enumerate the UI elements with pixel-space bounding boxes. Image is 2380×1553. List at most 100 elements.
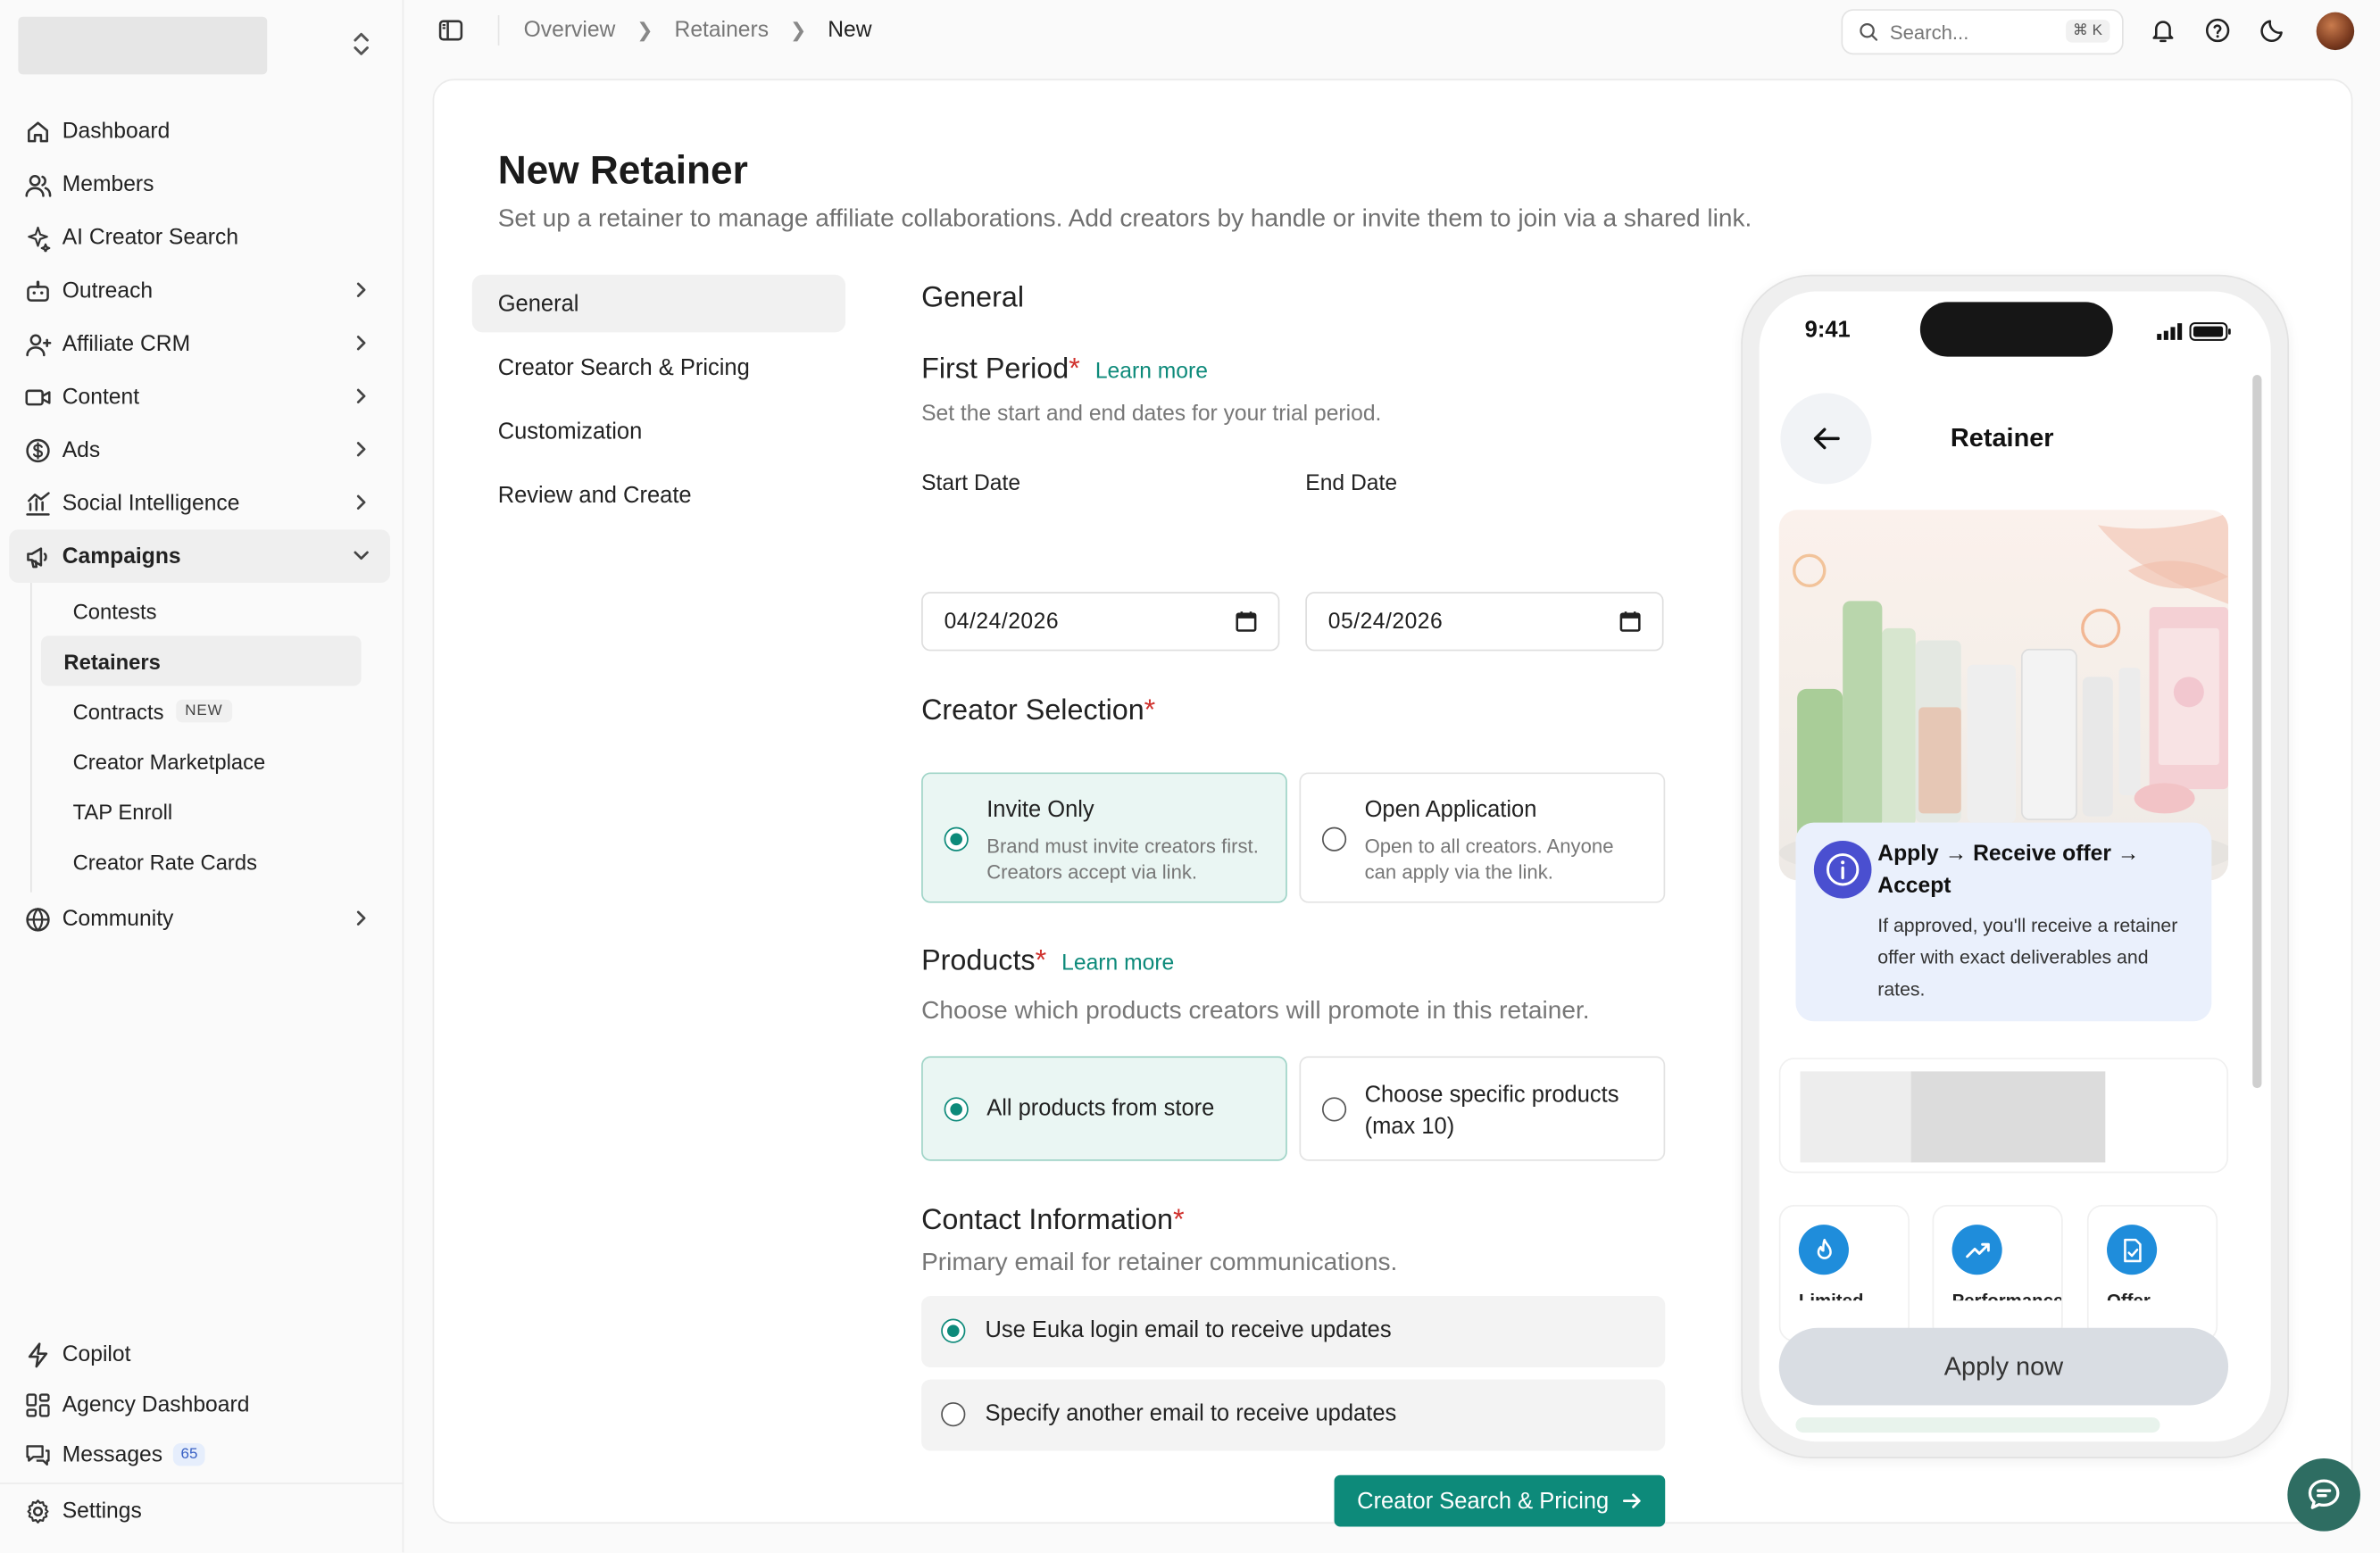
search-shortcut: ⌘ K: [2065, 20, 2110, 43]
sidebar-item-ai-creator-search[interactable]: AI Creator Search: [9, 211, 390, 264]
sidebar-item-dashboard[interactable]: Dashboard: [9, 104, 390, 158]
bell-icon[interactable]: [2150, 17, 2177, 45]
step-label: Customization: [497, 418, 643, 444]
option-title: Invite Only: [986, 796, 1094, 823]
phone-back-button[interactable]: [1780, 393, 1872, 485]
first-period-learn-more-link[interactable]: Learn more: [1095, 360, 1208, 384]
sidebar-item-content[interactable]: Content: [9, 370, 390, 424]
other-email-option[interactable]: Specify another email to receive updates: [921, 1379, 1666, 1451]
required-marker: *: [1069, 353, 1080, 386]
sidebar-subitem-label: Contests: [72, 598, 157, 623]
sidebar-subitem-contests[interactable]: Contests: [41, 585, 362, 635]
sidebar-item-copilot[interactable]: Copilot: [9, 1329, 390, 1379]
sidebar-item-outreach[interactable]: Outreach: [9, 264, 390, 318]
sidebar-item-messages[interactable]: Messages 65: [9, 1430, 390, 1480]
products-help: Choose which products creators will prom…: [921, 997, 1590, 1025]
breadcrumb-overview[interactable]: Overview: [524, 18, 616, 42]
sidebar-toggle-icon[interactable]: [437, 17, 465, 45]
sidebar-item-affiliate-crm[interactable]: Affiliate CRM: [9, 317, 390, 370]
workspace-logo[interactable]: [18, 16, 268, 75]
sidebar-subitem-creator-marketplace[interactable]: Creator Marketplace: [41, 736, 362, 786]
chevron-right-icon: [356, 442, 366, 457]
home-icon: [24, 118, 52, 145]
breadcrumb-retainers[interactable]: Retainers: [675, 18, 770, 42]
option-description: Open to all creators. Anyone can apply v…: [1364, 835, 1614, 884]
feature-label: Limited: [1798, 1290, 1864, 1312]
radio-button[interactable]: [944, 1097, 969, 1122]
trend-up-icon: [1951, 1225, 2002, 1275]
step-customization[interactable]: Customization: [472, 403, 845, 461]
sparkle-icon: [24, 224, 52, 252]
sidebar-item-settings[interactable]: Settings: [9, 1484, 390, 1538]
breadcrumb: Overview ❯ Retainers ❯ New: [524, 18, 872, 42]
workspace-switcher-icon[interactable]: [347, 29, 375, 59]
sidebar-item-community[interactable]: Community: [9, 893, 390, 946]
step-label: Creator Search & Pricing: [497, 354, 750, 380]
topbar: Overview ❯ Retainers ❯ New Search... ⌘ K: [405, 0, 2380, 63]
required-marker: *: [1144, 694, 1156, 727]
radio-button[interactable]: [941, 1318, 966, 1343]
arrow-left-icon: [1813, 428, 1840, 450]
step-creator-search-pricing[interactable]: Creator Search & Pricing: [472, 338, 845, 396]
next-step-button[interactable]: Creator Search & Pricing: [1334, 1474, 1666, 1527]
placeholder-block: [1910, 1071, 2106, 1163]
radio-button[interactable]: [941, 1402, 966, 1427]
sidebar-item-agency-dashboard[interactable]: Agency Dashboard: [9, 1380, 390, 1430]
sidebar-item-ads[interactable]: Ads: [9, 423, 390, 477]
new-badge: NEW: [176, 699, 232, 723]
sidebar-subitem-creator-rate-cards[interactable]: Creator Rate Cards: [41, 836, 362, 886]
arrow-right-icon: [1622, 1493, 1641, 1508]
sidebar-subitem-tap-enroll[interactable]: TAP Enroll: [41, 786, 362, 836]
chevron-right-icon: ❯: [637, 18, 653, 41]
products-heading: Products* Learn more: [921, 945, 1174, 978]
feature-card-performance: Performance: [1932, 1205, 2063, 1342]
calendar-icon[interactable]: [1236, 610, 1257, 634]
euka-email-option[interactable]: Use Euka login email to receive updates: [921, 1296, 1666, 1367]
start-date-input[interactable]: 04/24/2026: [921, 592, 1280, 652]
bottom-nav: Copilot Agency Dashboard Messages 65: [9, 1329, 390, 1479]
chevron-right-icon: [356, 494, 366, 510]
sidebar-subitem-retainers[interactable]: Retainers: [40, 635, 362, 686]
open-application-option[interactable]: Open Application Open to all creators. A…: [1299, 772, 1666, 903]
step-review-and-create[interactable]: Review and Create: [472, 466, 845, 524]
grid-icon: [24, 1391, 52, 1418]
phone-scrollbar[interactable]: [2252, 374, 2262, 1089]
radio-button[interactable]: [1321, 1097, 1347, 1122]
chat-support-button[interactable]: [2287, 1457, 2360, 1532]
products-learn-more-link[interactable]: Learn more: [1061, 951, 1174, 976]
end-date-input[interactable]: 05/24/2026: [1305, 592, 1664, 652]
page-title: New Retainer: [497, 146, 748, 193]
first-period-help: Set the start and end dates for your tri…: [921, 402, 1382, 427]
avatar[interactable]: [2316, 12, 2355, 51]
calendar-icon[interactable]: [1619, 610, 1641, 634]
radio-button[interactable]: [1321, 826, 1347, 851]
all-products-option[interactable]: All products from store: [921, 1056, 1287, 1161]
step-general[interactable]: General: [471, 274, 846, 333]
placeholder-card: [1778, 1058, 2229, 1174]
sidebar-item-campaigns[interactable]: Campaigns: [9, 529, 390, 583]
apply-now-button[interactable]: Apply now: [1778, 1327, 2229, 1406]
end-date-value: 05/24/2026: [1327, 609, 1444, 634]
search-input[interactable]: Search... ⌘ K: [1841, 9, 2124, 55]
sidebar-subitem-label: Contracts: [72, 698, 164, 724]
moon-icon[interactable]: [2259, 17, 2286, 45]
sidebar-item-members[interactable]: Members: [9, 158, 390, 212]
invite-only-option[interactable]: Invite Only Brand must invite creators f…: [921, 772, 1287, 903]
robot-icon: [24, 277, 52, 304]
first-period-heading: First Period* Learn more: [921, 353, 1208, 386]
specific-products-option[interactable]: Choose specific products (max 10): [1299, 1056, 1666, 1161]
radio-button[interactable]: [944, 826, 969, 851]
info-description: If approved, you'll receive a retainer o…: [1877, 915, 2178, 1001]
sidebar-item-label: Affiliate CRM: [62, 331, 191, 356]
settings-container: Settings: [9, 1484, 390, 1538]
main-nav: Dashboard Members AI Creator Search Outr…: [9, 104, 390, 945]
sidebar-subitem-contracts[interactable]: Contracts NEW: [41, 686, 362, 736]
dynamic-island: [1919, 302, 2113, 357]
app-root: Dashboard Members AI Creator Search Outr…: [0, 0, 2380, 1553]
help-icon[interactable]: [2204, 17, 2232, 45]
sidebar-item-social-intelligence[interactable]: Social Intelligence: [9, 477, 390, 530]
contact-heading: Contact Information*: [921, 1205, 1185, 1238]
contact-help: Primary email for retainer communication…: [921, 1249, 1398, 1276]
start-date-label: Start Date: [921, 471, 1021, 496]
first-period-title: First Period: [921, 353, 1069, 386]
